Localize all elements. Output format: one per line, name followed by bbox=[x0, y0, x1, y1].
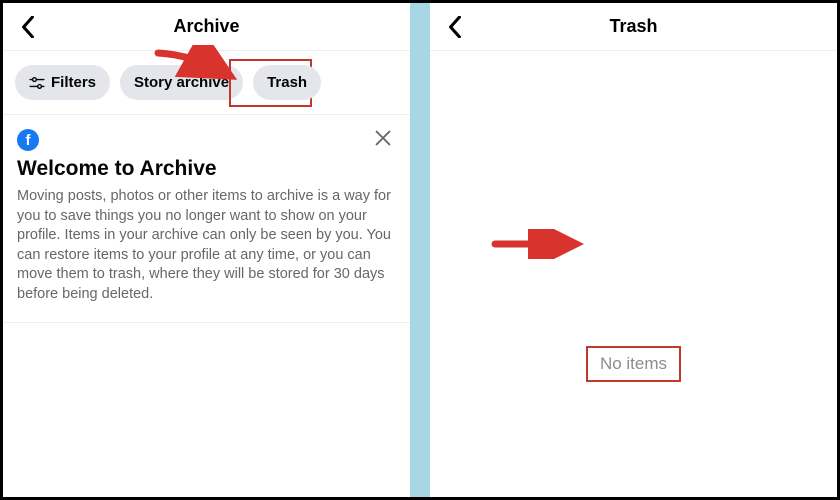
story-archive-chip[interactable]: Story archive bbox=[120, 65, 243, 100]
page-title: Archive bbox=[173, 16, 239, 37]
welcome-info-card: f Welcome to Archive Moving posts, photo… bbox=[3, 115, 410, 323]
facebook-logo-icon: f bbox=[17, 129, 39, 151]
pane-separator bbox=[410, 3, 430, 497]
trash-chip[interactable]: Trash bbox=[253, 65, 321, 100]
dual-screenshot-frame: Archive Filters Story archive Trash bbox=[0, 0, 840, 500]
facebook-logo-letter: f bbox=[26, 132, 31, 149]
filters-chip-label: Filters bbox=[51, 74, 96, 91]
sliders-icon bbox=[29, 77, 45, 89]
info-card-body: Moving posts, photos or other items to a… bbox=[17, 187, 396, 304]
filter-chip-row: Filters Story archive Trash bbox=[3, 51, 410, 115]
trash-header: Trash bbox=[430, 3, 837, 51]
empty-state: No items bbox=[430, 51, 837, 497]
close-info-button[interactable] bbox=[372, 127, 398, 153]
annotation-arrow-icon bbox=[490, 229, 585, 259]
archive-header: Archive bbox=[3, 3, 410, 51]
filters-chip[interactable]: Filters bbox=[15, 65, 110, 100]
back-button[interactable] bbox=[440, 12, 470, 42]
page-title: Trash bbox=[609, 16, 657, 37]
chevron-left-icon bbox=[448, 16, 462, 38]
archive-pane: Archive Filters Story archive Trash bbox=[3, 3, 410, 497]
no-items-label: No items bbox=[586, 346, 681, 382]
info-card-title: Welcome to Archive bbox=[17, 157, 396, 181]
close-icon bbox=[372, 127, 394, 149]
back-button[interactable] bbox=[13, 12, 43, 42]
trash-pane: Trash No items bbox=[430, 3, 837, 497]
chevron-left-icon bbox=[21, 16, 35, 38]
trash-chip-label: Trash bbox=[267, 74, 307, 91]
story-archive-chip-label: Story archive bbox=[134, 74, 229, 91]
